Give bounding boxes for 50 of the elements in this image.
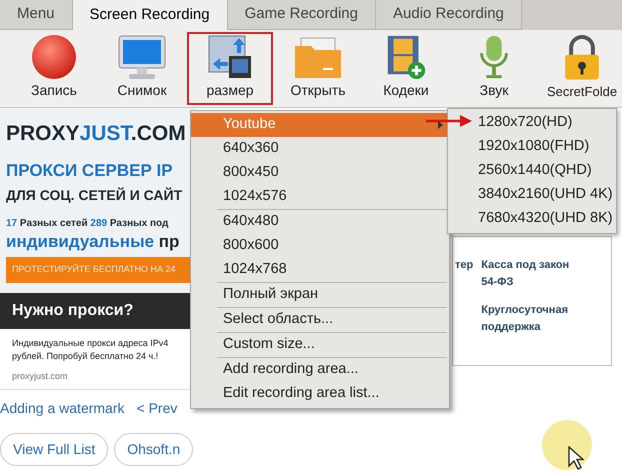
menu-item[interactable]: 640x480 (217, 210, 447, 234)
logo: PROXYJUST.COM (6, 121, 187, 147)
tab[interactable]: Audio Recording (376, 0, 522, 30)
toolbar-button[interactable]: Запись (11, 32, 97, 105)
toolbar-button[interactable]: Кодеки (363, 32, 449, 105)
resize-icon (207, 34, 253, 80)
menu-item[interactable]: Add recording area... (217, 358, 447, 382)
microphone-icon (477, 34, 511, 80)
menu-item[interactable]: Полный экран (217, 283, 447, 307)
record-icon (31, 34, 77, 80)
menu-item[interactable]: 1024x576 (217, 185, 447, 209)
submenu-item[interactable]: 1920x1080(FHD) (478, 135, 616, 159)
mouse-pointer-icon (568, 446, 584, 470)
tab[interactable]: Menu (0, 0, 73, 30)
menu-item[interactable]: Edit recording area list... (217, 382, 447, 406)
pointer-arrow-icon (426, 115, 472, 127)
menu-item[interactable]: 1024x768 (217, 258, 447, 282)
ad-tagline: индивидуальные пр (6, 233, 180, 251)
ad-headline: ПРОКСИ СЕРВЕР IP (6, 160, 174, 182)
pill-button[interactable]: Ohsoft.n (114, 433, 194, 466)
toolbar-button[interactable]: SecretFolde (539, 32, 622, 105)
tab[interactable]: Game Recording (228, 0, 376, 30)
card-text: тер (455, 258, 474, 273)
toolbar-button[interactable]: Снимок (99, 32, 185, 105)
tab[interactable]: Screen Recording (72, 0, 228, 30)
ad-subheadline: ДЛЯ СОЦ. СЕТЕЙ И САЙТ (6, 186, 184, 205)
monitor-icon (117, 34, 167, 80)
feature-text: Круглосуточная поддержка (481, 303, 569, 334)
feature-text: Касса под закон 54-ФЗ (481, 258, 570, 290)
ad-description: рублей. Попробуй бесплатно 24 ч.! (12, 350, 160, 363)
nav-link[interactable]: < Prev (136, 398, 178, 419)
ad-description: Индивидуальные прокси адреса IPv4 (12, 336, 170, 350)
ad-stats: 17 Разных сетей 289 Разных под (6, 217, 170, 231)
nav-link[interactable]: Adding a watermark (0, 398, 125, 419)
menu-item[interactable]: 640x360 (217, 137, 447, 161)
pill-button[interactable]: View Full List (0, 433, 108, 466)
submenu-item[interactable]: 7680x4320(UHD 8K) (478, 207, 616, 231)
cursor-highlight (542, 420, 592, 470)
menu-item[interactable]: 800x600 (217, 234, 447, 258)
toolbar-button[interactable]: Звук (451, 32, 537, 105)
submenu-item[interactable]: 1280x720(HD) (478, 111, 616, 135)
toolbar-button[interactable]: Открыть (275, 32, 361, 105)
menu-item[interactable]: 800x450 (217, 161, 447, 185)
submenu-item[interactable]: 3840x2160(UHD 4K) (478, 183, 616, 207)
ad-url: proxyjust.com (12, 370, 69, 383)
toolbar-button[interactable]: размер (187, 32, 273, 105)
padlock-icon (562, 34, 602, 82)
submenu-item[interactable]: 2560x1440(QHD) (478, 159, 616, 183)
menu-item[interactable]: Select область... (217, 308, 447, 332)
menu-item[interactable]: Custom size... (217, 333, 447, 357)
